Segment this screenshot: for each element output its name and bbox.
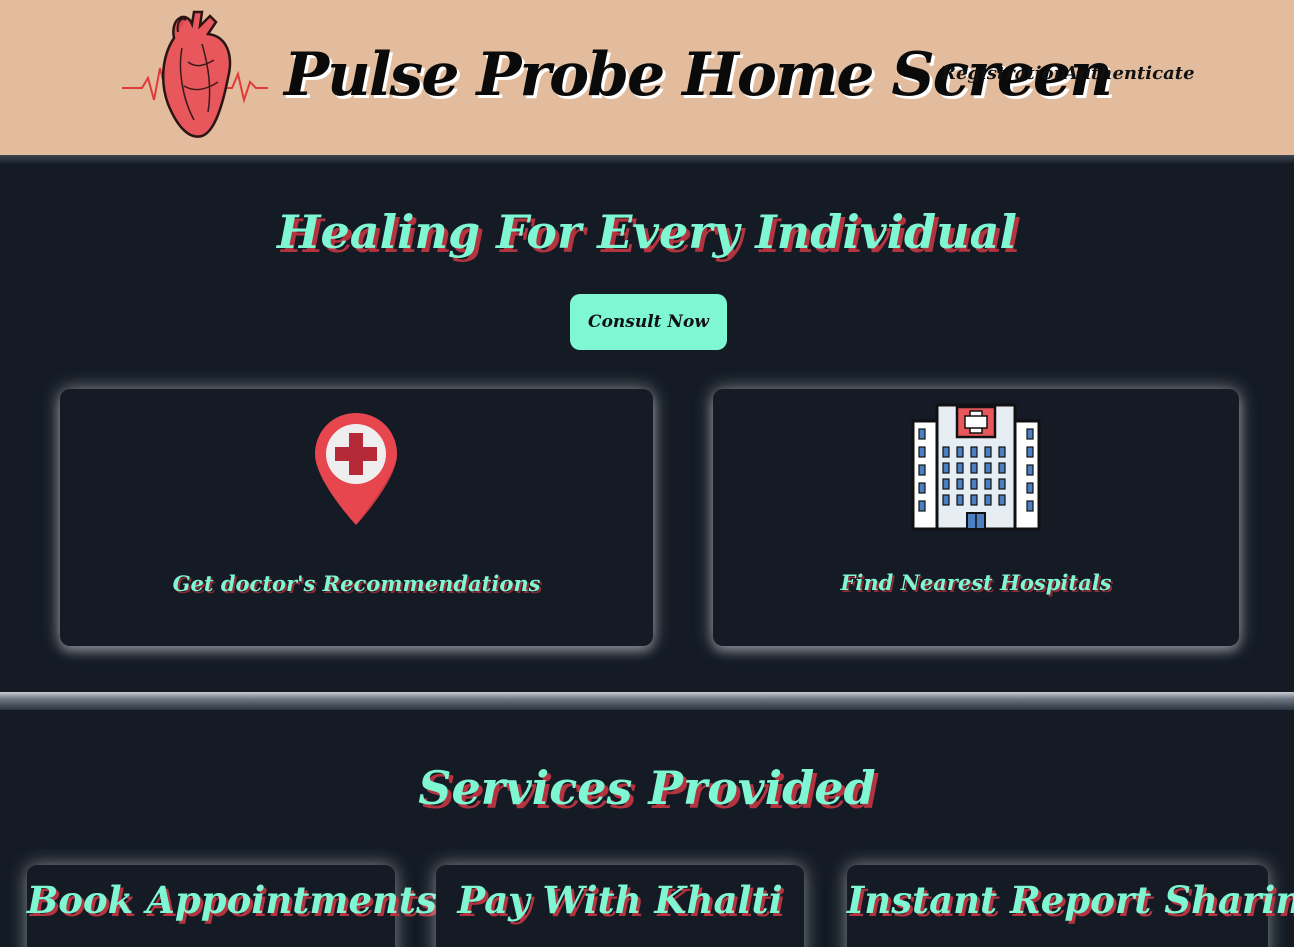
consult-now-button[interactable]: Consult Now xyxy=(570,294,727,350)
service-title: Instant Report Sharing xyxy=(847,878,1294,922)
header-divider xyxy=(0,155,1294,163)
site-header: Pulse Probe Home Screen Registration Aut… xyxy=(0,0,1294,155)
card-label: Get doctor's Recommendations xyxy=(172,571,541,596)
service-title: Book Appointments xyxy=(27,878,437,922)
section-divider xyxy=(0,692,1294,710)
nearest-hospitals-card[interactable]: Find Nearest Hospitals xyxy=(713,389,1239,646)
nav-link-registration[interactable]: Registration xyxy=(941,60,1067,88)
medical-location-pin-icon xyxy=(313,411,399,531)
hospital-building-icon xyxy=(911,403,1041,537)
card-label: Find Nearest Hospitals xyxy=(840,570,1112,595)
service-title: Pay With Khalti xyxy=(457,878,783,922)
service-card-instant-report-sharing[interactable]: Instant Report Sharing xyxy=(847,865,1294,947)
doctor-recommendations-card[interactable]: Get doctor's Recommendations xyxy=(60,389,653,646)
anatomical-heart-icon[interactable] xyxy=(122,8,268,140)
nav-link-authenticate[interactable]: Authenticate xyxy=(1064,60,1195,88)
hero-title: Healing For Every Individual xyxy=(277,205,1017,259)
service-card-book-appointments[interactable]: Book Appointments xyxy=(27,865,437,947)
services-title: Services Provided xyxy=(418,761,876,815)
service-card-pay-with-khalti[interactable]: Pay With Khalti xyxy=(436,865,804,947)
